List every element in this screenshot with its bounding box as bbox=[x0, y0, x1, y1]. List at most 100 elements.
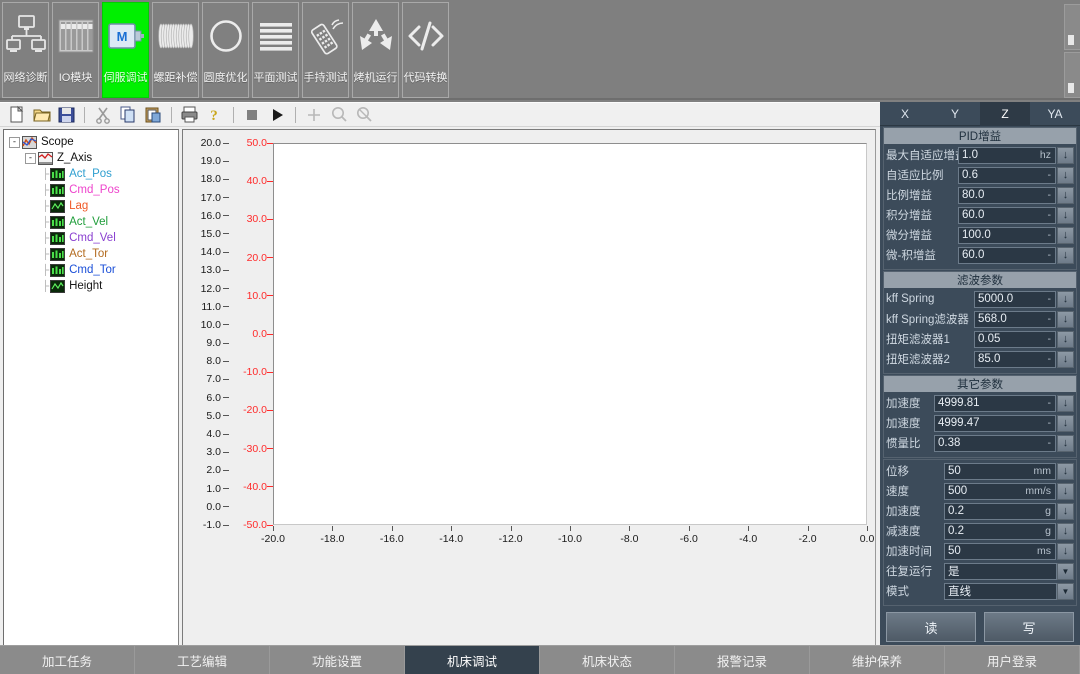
help-about-icon[interactable]: ? bbox=[204, 104, 226, 125]
spinner-down-icon[interactable]: ↓ bbox=[1057, 330, 1074, 348]
tree-expander[interactable]: - bbox=[25, 152, 36, 164]
spinner-down-icon[interactable]: ↓ bbox=[1057, 310, 1074, 328]
parameter-input[interactable]: 60.0 - bbox=[958, 206, 1056, 224]
spinner-down-icon[interactable]: ↓ bbox=[1057, 482, 1074, 500]
print-icon[interactable] bbox=[179, 104, 201, 125]
parameter-input[interactable]: 直线 bbox=[944, 582, 1057, 600]
spinner-down-icon[interactable]: ↓ bbox=[1057, 226, 1074, 244]
spinner-down-icon[interactable]: ↓ bbox=[1057, 462, 1074, 480]
parameter-value: 50 bbox=[948, 465, 961, 477]
parameter-input[interactable]: 60.0 - bbox=[958, 246, 1056, 264]
nav-item-5[interactable]: 报警记录 bbox=[675, 646, 810, 674]
spinner-down-icon[interactable]: ↓ bbox=[1057, 414, 1074, 432]
parameter-input[interactable]: 50 mm bbox=[944, 462, 1056, 480]
parameter-input[interactable]: 0.05 - bbox=[974, 330, 1056, 348]
plot-area[interactable] bbox=[273, 143, 867, 525]
module-tile-plane-test-lines[interactable]: 平面测试 bbox=[252, 2, 299, 98]
edge-button-bottom[interactable] bbox=[1064, 52, 1080, 98]
axis-tab-y[interactable]: Y bbox=[930, 102, 980, 126]
add-cursor-icon[interactable] bbox=[303, 104, 325, 125]
stop-icon[interactable] bbox=[241, 104, 263, 125]
parameter-input[interactable]: 50 ms bbox=[944, 542, 1056, 560]
module-tile-handheld-remote[interactable]: 手持测试 bbox=[302, 2, 349, 98]
tree-node-cmd_tor[interactable]: ├ Cmd_Tor bbox=[9, 262, 178, 278]
spinner-down-icon[interactable]: ↓ bbox=[1057, 434, 1074, 452]
copy-icon[interactable] bbox=[117, 104, 139, 125]
x-axis-tick: -12.0 bbox=[498, 533, 523, 545]
spinner-down-icon[interactable]: ↓ bbox=[1057, 542, 1074, 560]
axis-tab-z[interactable]: Z bbox=[980, 102, 1030, 126]
parameter-input[interactable]: 568.0 - bbox=[974, 310, 1056, 328]
parameter-input[interactable]: 是 bbox=[944, 562, 1057, 580]
y-axis-left-tick-mark bbox=[223, 415, 229, 417]
module-tile-servo-motor[interactable]: M 伺服调试 bbox=[102, 2, 149, 98]
chevron-down-icon[interactable]: ▼ bbox=[1057, 582, 1074, 600]
parameter-input[interactable]: 80.0 - bbox=[958, 186, 1056, 204]
spinner-down-icon[interactable]: ↓ bbox=[1057, 522, 1074, 540]
write-button[interactable]: 写 bbox=[984, 612, 1074, 642]
tree-node-act_pos[interactable]: ├ Act_Pos bbox=[9, 166, 178, 182]
save-file-icon[interactable] bbox=[55, 104, 77, 125]
parameter-input[interactable]: 0.2 g bbox=[944, 502, 1056, 520]
spinner-down-icon[interactable]: ↓ bbox=[1057, 246, 1074, 264]
nav-item-6[interactable]: 维护保养 bbox=[810, 646, 945, 674]
module-tile-roundness-circle[interactable]: 圆度优化 bbox=[202, 2, 249, 98]
spinner-down-icon[interactable]: ↓ bbox=[1057, 146, 1074, 164]
axis-tab-ya[interactable]: YA bbox=[1030, 102, 1080, 126]
module-tile-code-brackets[interactable]: 代码转换 bbox=[402, 2, 449, 98]
parameter-input[interactable]: 4999.81 - bbox=[934, 394, 1056, 412]
zoom-icon[interactable] bbox=[328, 104, 350, 125]
parameter-input[interactable]: 500 mm/s bbox=[944, 482, 1056, 500]
new-file-icon[interactable] bbox=[5, 104, 27, 125]
nav-item-0[interactable]: 加工任务 bbox=[0, 646, 135, 674]
module-tile-network-diagnostics[interactable]: 网络诊断 bbox=[2, 2, 49, 98]
tree-node-z-axis[interactable]: - Z_Axis bbox=[9, 150, 178, 166]
spinner-down-icon[interactable]: ↓ bbox=[1057, 394, 1074, 412]
x-axis-tick: -6.0 bbox=[679, 533, 698, 545]
axis-tab-x[interactable]: X bbox=[880, 102, 930, 126]
spinner-down-icon[interactable]: ↓ bbox=[1057, 290, 1074, 308]
tree-node-cmd_pos[interactable]: ├ Cmd_Pos bbox=[9, 182, 178, 198]
nav-item-7[interactable]: 用户登录 bbox=[945, 646, 1080, 674]
play-icon[interactable] bbox=[266, 104, 288, 125]
parameter-input[interactable]: 1.0 hz bbox=[958, 146, 1056, 164]
edge-button-top[interactable] bbox=[1064, 4, 1080, 50]
spinner-down-icon[interactable]: ↓ bbox=[1057, 350, 1074, 368]
tree-node-lag[interactable]: ├ Lag bbox=[9, 198, 178, 214]
scope-tree-panel[interactable]: - Scope - Z_Axis ├ Act_Pos ├ Cmd_Pos ├ Lag ├ Act_Ve… bbox=[3, 129, 179, 674]
tree-node-cmd_vel[interactable]: ├ Cmd_Vel bbox=[9, 230, 178, 246]
scope-chart-panel[interactable]: 20.0 19.0 18.0 17.0 16.0 15.0 14.0 13.0 12.0 11.0… bbox=[182, 129, 876, 657]
module-tile-io-module[interactable]: IO模块 bbox=[52, 2, 99, 98]
spinner-down-icon[interactable]: ↓ bbox=[1057, 206, 1074, 224]
open-file-icon[interactable] bbox=[30, 104, 52, 125]
parameter-input[interactable]: 0.6 - bbox=[958, 166, 1056, 184]
cut-icon[interactable] bbox=[92, 104, 114, 125]
zoom-reset-icon[interactable] bbox=[353, 104, 375, 125]
parameter-input[interactable]: 0.2 g bbox=[944, 522, 1056, 540]
spinner-down-icon[interactable]: ↓ bbox=[1057, 502, 1074, 520]
spinner-down-icon[interactable]: ↓ bbox=[1057, 166, 1074, 184]
tree-expander[interactable]: - bbox=[9, 136, 20, 148]
parameter-label: 扭矩滤波器1 bbox=[886, 334, 950, 346]
tree-node-act_tor[interactable]: ├ Act_Tor bbox=[9, 246, 178, 262]
parameter-input[interactable]: 4999.47 - bbox=[934, 414, 1056, 432]
file-toolbar: ? bbox=[0, 103, 880, 127]
parameter-input[interactable]: 85.0 - bbox=[974, 350, 1056, 368]
chevron-down-icon[interactable]: ▼ bbox=[1057, 562, 1074, 580]
parameter-input[interactable]: 0.38 - bbox=[934, 434, 1056, 452]
tree-branch-line: ├ bbox=[42, 280, 50, 292]
module-tile-pitch-compensation[interactable]: 螺距补偿 bbox=[152, 2, 199, 98]
tree-node-scope[interactable]: - Scope bbox=[9, 134, 178, 150]
nav-item-2[interactable]: 功能设置 bbox=[270, 646, 405, 674]
tree-node-act_vel[interactable]: ├ Act_Vel bbox=[9, 214, 178, 230]
nav-item-3[interactable]: 机床调试 bbox=[405, 646, 540, 674]
module-tile-recycle-burnin[interactable]: 烤机运行 bbox=[352, 2, 399, 98]
tree-node-height[interactable]: ├ Height bbox=[9, 278, 178, 294]
parameter-input[interactable]: 100.0 - bbox=[958, 226, 1056, 244]
nav-item-4[interactable]: 机床状态 bbox=[540, 646, 675, 674]
paste-icon[interactable] bbox=[142, 104, 164, 125]
read-button[interactable]: 读 bbox=[886, 612, 976, 642]
nav-item-1[interactable]: 工艺编辑 bbox=[135, 646, 270, 674]
spinner-down-icon[interactable]: ↓ bbox=[1057, 186, 1074, 204]
parameter-input[interactable]: 5000.0 - bbox=[974, 290, 1056, 308]
